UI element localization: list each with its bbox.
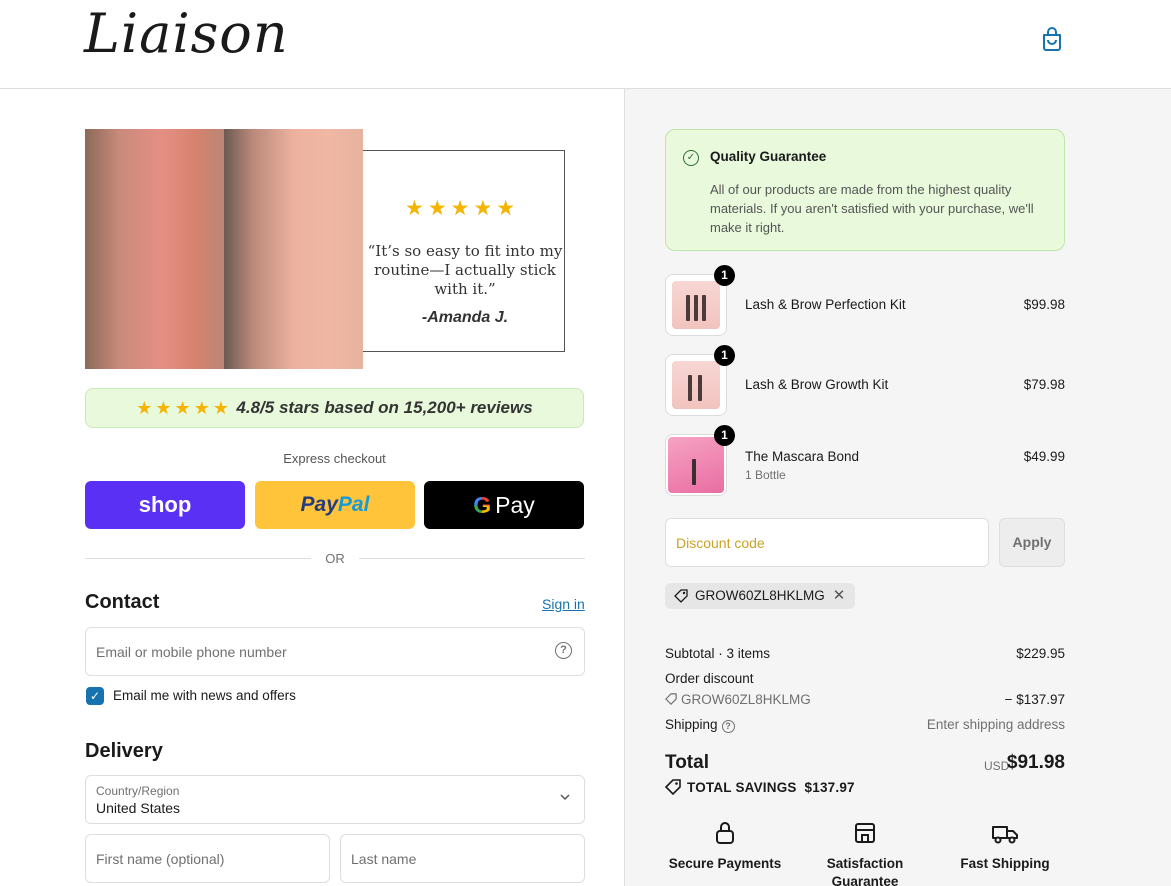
total-savings: TOTAL SAVINGS $137.97 bbox=[664, 779, 855, 796]
discount-code-placeholder: Discount code bbox=[676, 535, 765, 551]
store-logo[interactable]: Liaison bbox=[84, 2, 289, 65]
cart-item: 1 The Mascara Bond 1 Bottle $49.99 bbox=[665, 425, 1065, 498]
savings-value: $137.97 bbox=[804, 780, 855, 795]
newsletter-checkbox[interactable]: ✓ bbox=[86, 687, 104, 705]
paypal-label-pal: Pal bbox=[337, 493, 370, 516]
before-image bbox=[85, 129, 224, 369]
first-name-placeholder: First name (optional) bbox=[96, 851, 225, 867]
item-price: $49.99 bbox=[1023, 449, 1065, 464]
item-name: The Mascara Bond bbox=[745, 449, 860, 464]
divider-right bbox=[359, 558, 585, 559]
subtotal-row: Subtotal · 3 items $229.95 bbox=[665, 646, 1065, 661]
feature-label: Fast Shipping bbox=[960, 856, 1050, 871]
order-discount-row: Order discount bbox=[665, 671, 1065, 686]
discount-code-row: GROW60ZL8HKLMG − $137.97 bbox=[665, 692, 1065, 707]
shipping-row: Shipping? Enter shipping address bbox=[665, 717, 1065, 733]
express-checkout-label: Express checkout bbox=[283, 451, 386, 466]
total-label: Total bbox=[665, 752, 709, 773]
cart-item: 1 Lash & Brow Perfection Kit $99.98 bbox=[665, 265, 1065, 338]
total-value: $91.98 bbox=[1006, 752, 1065, 773]
chevron-down-icon bbox=[560, 794, 570, 801]
feature-label: Secure Payments bbox=[668, 856, 782, 871]
google-pay-label: Pay bbox=[495, 491, 535, 518]
shop-pay-button[interactable]: shop bbox=[85, 481, 245, 529]
first-name-field[interactable]: First name (optional) bbox=[85, 834, 330, 883]
quote-author: -Amanda J. bbox=[421, 309, 509, 326]
country-select-label: Country/Region bbox=[96, 784, 180, 798]
testimonial-banner: ★★★★★ “It’s so easy to fit into my routi… bbox=[85, 129, 565, 369]
guarantee-title: Quality Guarantee bbox=[710, 149, 827, 164]
discount-code-input[interactable]: Discount code bbox=[665, 518, 989, 567]
tag-icon bbox=[674, 589, 688, 603]
tag-icon bbox=[665, 693, 677, 705]
guarantee-body: All of our products are made from the hi… bbox=[710, 182, 1034, 235]
discount-code-text: GROW60ZL8HKLMG bbox=[681, 692, 811, 707]
paypal-button[interactable]: Pay Pal bbox=[255, 481, 415, 529]
testimonial-quote: ★★★★★ “It’s so easy to fit into my routi… bbox=[365, 149, 565, 349]
sign-in-link[interactable]: Sign in bbox=[542, 596, 585, 612]
item-price: $79.98 bbox=[1023, 377, 1065, 392]
item-name: Lash & Brow Growth Kit bbox=[745, 377, 889, 392]
last-name-placeholder: Last name bbox=[351, 851, 417, 867]
review-text: 4.8/5 stars based on 15,200+ reviews bbox=[236, 398, 533, 417]
shopping-bag-icon[interactable] bbox=[1040, 26, 1064, 52]
help-icon[interactable]: ? bbox=[555, 642, 572, 659]
google-pay-button[interactable]: G Pay bbox=[424, 481, 584, 529]
or-divider-text: OR bbox=[325, 551, 345, 566]
savings-label: TOTAL SAVINGS bbox=[687, 780, 797, 795]
email-field[interactable]: Email or mobile phone number ? bbox=[85, 627, 585, 676]
contact-heading: Contact bbox=[85, 591, 160, 613]
subtotal-label: Subtotal · 3 items bbox=[665, 646, 771, 661]
storefront-icon bbox=[855, 823, 875, 843]
feature-fast-shipping: Fast Shipping bbox=[935, 821, 1075, 873]
lock-icon bbox=[716, 822, 734, 844]
quote-text: “It’s so easy to fit into my routine—I a… bbox=[367, 242, 563, 298]
paypal-label-pay: Pay bbox=[300, 493, 338, 516]
applied-discount-code: GROW60ZL8HKLMG bbox=[695, 588, 825, 603]
truck-icon bbox=[992, 826, 1018, 844]
cart-item: 1 Lash & Brow Growth Kit $79.98 bbox=[665, 345, 1065, 418]
applied-discount-chip: GROW60ZL8HKLMG ✕ bbox=[665, 583, 856, 609]
shipping-help-icon[interactable]: ? bbox=[721, 720, 735, 733]
country-select-value: United States bbox=[96, 800, 181, 816]
delivery-heading: Delivery bbox=[85, 740, 163, 762]
savings-tag-icon bbox=[664, 779, 681, 796]
feature-secure-payments: Secure Payments bbox=[655, 821, 795, 873]
shop-pay-label: shop bbox=[138, 492, 192, 517]
discount-amount: − $137.97 bbox=[1004, 692, 1065, 707]
google-g-icon: G bbox=[473, 491, 492, 518]
shipping-value: Enter shipping address bbox=[926, 717, 1065, 732]
check-circle-icon: ✓ bbox=[683, 150, 699, 166]
order-discount-label: Order discount bbox=[665, 671, 754, 686]
newsletter-label[interactable]: Email me with news and offers bbox=[113, 688, 296, 703]
email-placeholder: Email or mobile phone number bbox=[96, 644, 287, 660]
item-price: $99.98 bbox=[1023, 297, 1065, 312]
item-name: Lash & Brow Perfection Kit bbox=[745, 297, 906, 312]
subtotal-value: $229.95 bbox=[1016, 646, 1065, 661]
divider-left bbox=[85, 558, 311, 559]
total-currency: USD bbox=[984, 759, 1010, 773]
quantity-badge: 1 bbox=[714, 425, 735, 446]
quality-guarantee-card: ✓ Quality Guarantee All of our products … bbox=[665, 129, 1065, 251]
review-stars-icon: ★★★★★ bbox=[136, 398, 232, 418]
review-summary-bar: ★★★★★ 4.8/5 stars based on 15,200+ revie… bbox=[85, 388, 584, 428]
after-image bbox=[224, 129, 363, 369]
country-select[interactable]: Country/Region United States bbox=[85, 775, 585, 824]
feature-label: Satisfaction Guarantee bbox=[826, 856, 904, 886]
item-variant: 1 Bottle bbox=[745, 468, 786, 482]
apply-discount-button[interactable]: Apply bbox=[999, 518, 1065, 567]
shipping-label: Shipping bbox=[665, 717, 718, 732]
quantity-badge: 1 bbox=[714, 345, 735, 366]
header: Liaison bbox=[0, 0, 1171, 89]
quantity-badge: 1 bbox=[714, 265, 735, 286]
quote-rating-stars: ★★★★★ bbox=[405, 197, 520, 220]
feature-satisfaction: Satisfaction Guarantee bbox=[795, 821, 935, 886]
remove-discount-icon[interactable]: ✕ bbox=[833, 587, 846, 604]
last-name-field[interactable]: Last name bbox=[340, 834, 585, 883]
